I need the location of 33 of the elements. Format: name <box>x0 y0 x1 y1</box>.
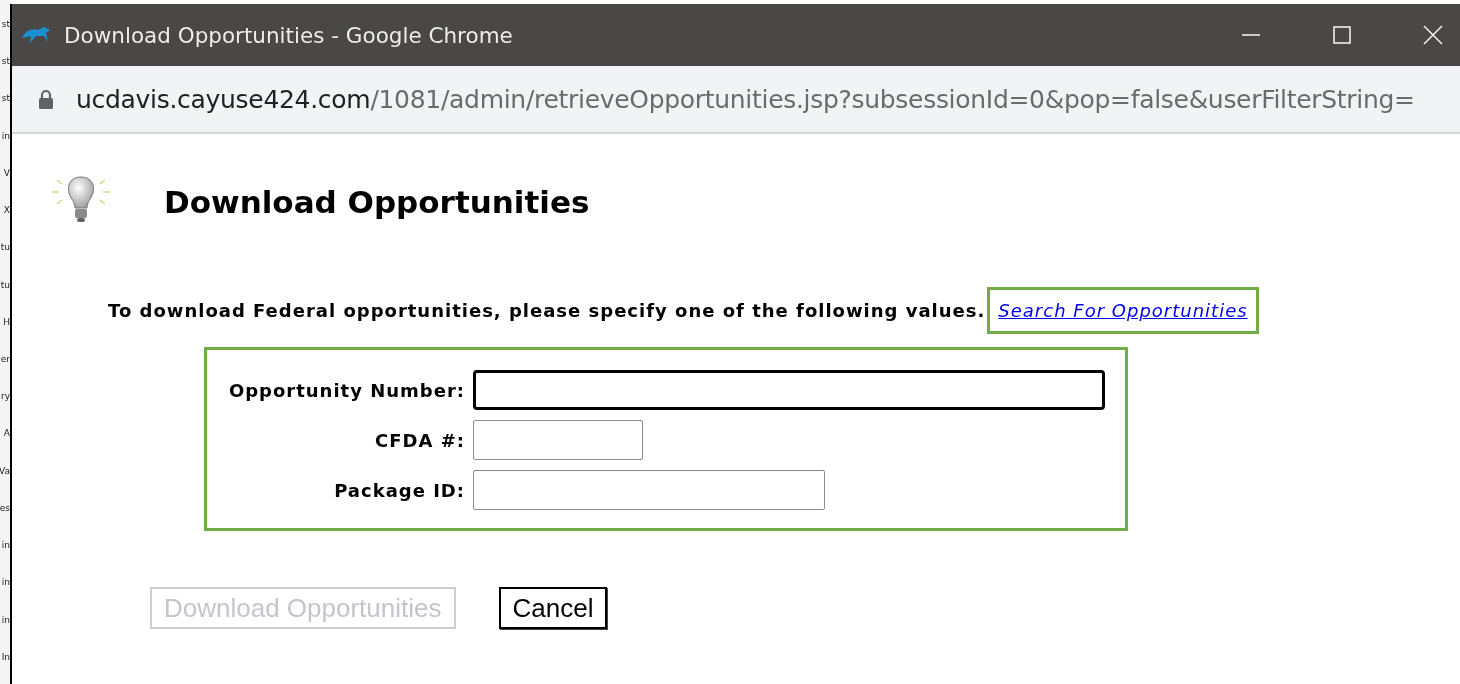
row-fragment: st <box>0 55 10 69</box>
row-fragment: tu <box>0 241 10 255</box>
row-fragment: st <box>0 92 10 106</box>
row-fragment: in <box>0 576 10 590</box>
maximize-icon <box>1333 26 1351 44</box>
row-fragment: V <box>2 166 10 180</box>
row-fragment: er <box>0 352 10 366</box>
url-text[interactable]: ucdavis.cayuse424.com/1081/admin/retrieveOpportunities.jsp?subsessionId=0&pop=false&userFilterString= <box>76 84 1415 114</box>
page-heading: Download Opportunities <box>164 184 590 220</box>
cancel-button[interactable]: Cancel <box>498 587 608 629</box>
input-field[interactable] <box>473 370 1105 410</box>
row-fragment: st <box>0 18 10 31</box>
minimize-icon <box>1242 34 1260 36</box>
row-fragment: tu <box>0 278 10 292</box>
field-label: Package ID: <box>333 479 465 501</box>
row-fragment: in <box>0 129 10 143</box>
row-fragment: In <box>0 650 10 664</box>
field-label: CFDA #: <box>374 429 465 451</box>
row-fragment: in <box>0 539 10 553</box>
input-field[interactable] <box>473 470 825 510</box>
row-fragment: X <box>2 204 10 218</box>
search-link[interactable]: Search For Opportunities <box>998 300 1248 321</box>
field-label: Opportunity Number: <box>227 379 465 401</box>
row-fragment: Va <box>0 464 10 478</box>
window-title: Download Opportunities - Google Chrome <box>64 22 513 48</box>
row-fragment: A <box>2 427 10 441</box>
input-field[interactable] <box>473 420 643 460</box>
instruction-text: To download Federal opportunities, please specify one of the following values. <box>108 300 986 321</box>
row-fragment: in <box>0 613 10 627</box>
row-fragment: H <box>2 315 10 329</box>
close-icon <box>1423 25 1443 45</box>
row-fragment: es <box>0 501 10 515</box>
row-fragment: ry <box>0 390 10 404</box>
